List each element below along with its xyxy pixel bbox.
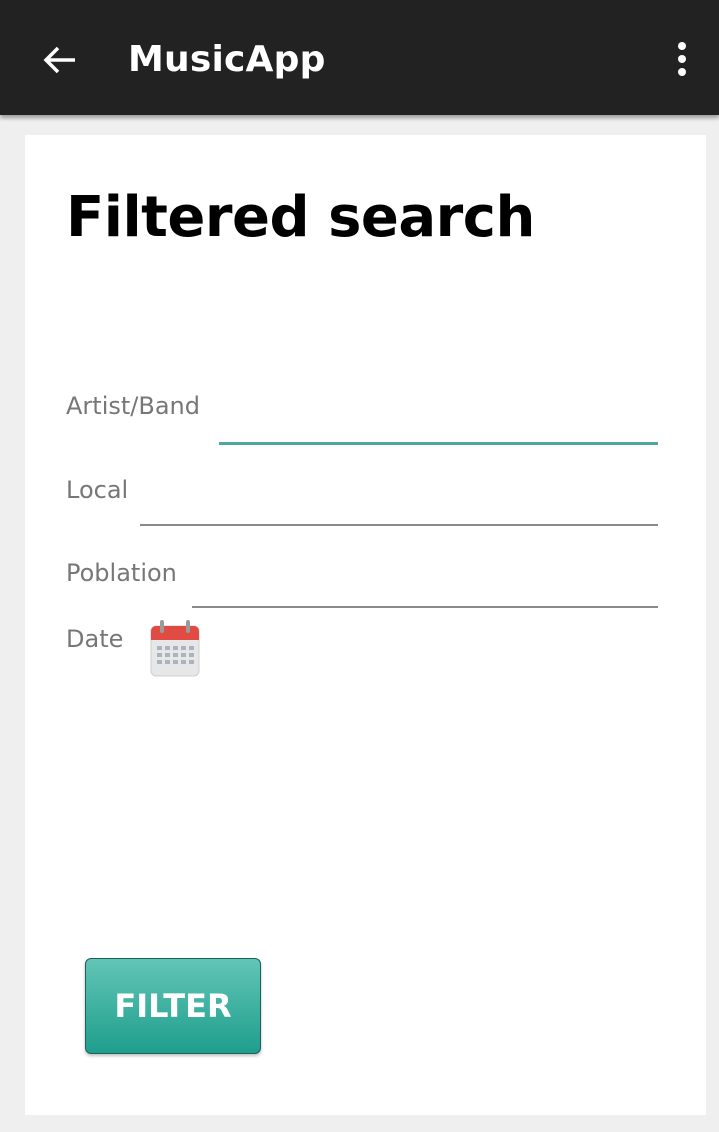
- filter-card: Filtered search Artist/Band Local Poblat…: [25, 135, 706, 1115]
- artist-band-input[interactable]: [219, 406, 658, 445]
- local-label: Local: [66, 476, 129, 504]
- app-toolbar: MusicApp: [0, 0, 719, 115]
- back-button[interactable]: [40, 38, 80, 82]
- poblation-label: Poblation: [66, 559, 177, 587]
- local-input[interactable]: [140, 488, 658, 526]
- page-title: Filtered search: [66, 185, 535, 250]
- date-label: Date: [66, 625, 124, 653]
- calendar-icon: [150, 620, 200, 677]
- date-picker-button[interactable]: [149, 618, 201, 678]
- app-title: MusicApp: [128, 39, 326, 80]
- more-vert-icon: [678, 42, 686, 76]
- artist-band-label: Artist/Band: [66, 392, 200, 420]
- filter-button[interactable]: FILTER: [85, 958, 261, 1054]
- arrow-left-icon: [43, 46, 75, 74]
- poblation-input[interactable]: [192, 570, 658, 608]
- overflow-menu-button[interactable]: [667, 36, 697, 82]
